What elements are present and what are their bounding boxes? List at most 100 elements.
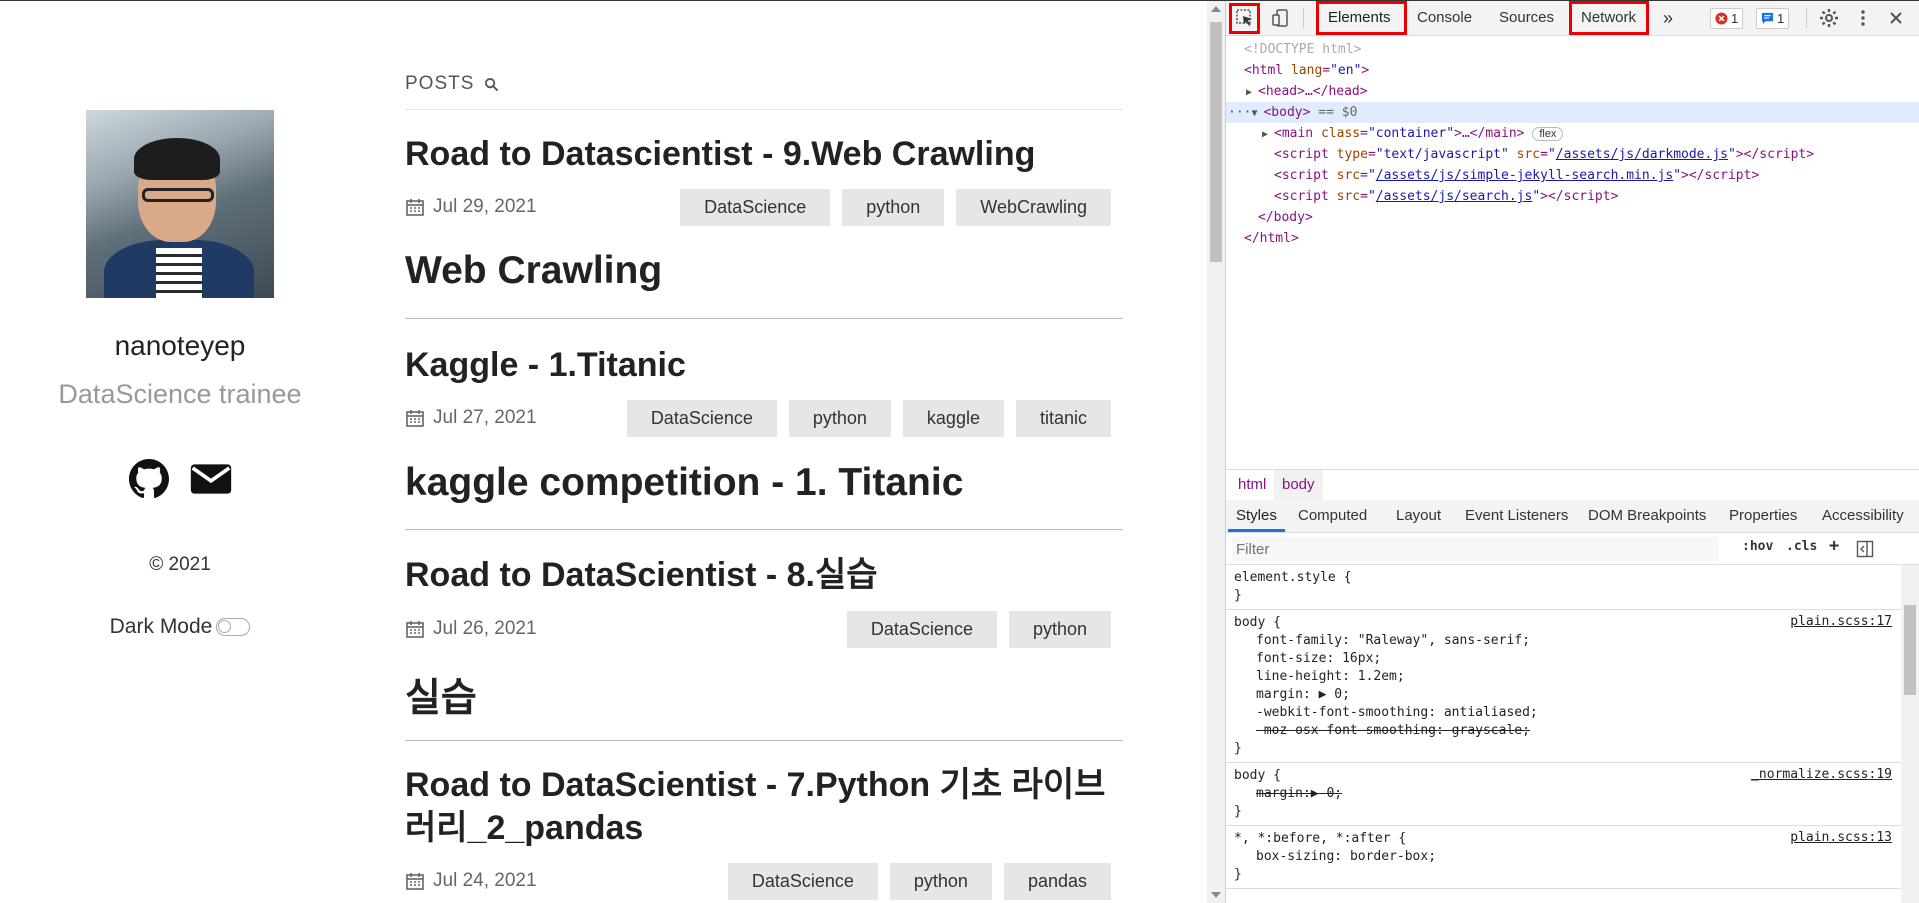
dom-doctype[interactable]: <!DOCTYPE html> <box>1226 39 1919 60</box>
post-subtitle: kaggle competition - 1. Titanic <box>405 461 964 504</box>
style-prop-overridden[interactable]: -moz-osx-font-smoothing: grayscale; <box>1234 722 1894 740</box>
calendar-icon <box>406 410 424 427</box>
page-scroll-thumb[interactable] <box>1210 22 1222 262</box>
highlight-box <box>1229 3 1260 34</box>
calendar-icon <box>406 873 424 890</box>
styles-filter-input[interactable] <box>1232 537 1718 561</box>
dom-html-close[interactable]: </html> <box>1226 228 1919 249</box>
style-prop[interactable]: margin: ▶ 0; <box>1234 686 1894 704</box>
rule-source-link[interactable]: plain.scss:13 <box>1790 830 1892 845</box>
highlight-box <box>1316 1 1407 35</box>
message-count: 1 <box>1777 11 1785 26</box>
kebab-menu-icon[interactable] <box>1853 8 1873 28</box>
breadcrumb-body[interactable]: body <box>1274 470 1323 500</box>
message-icon <box>1761 12 1774 25</box>
posts-header: POSTS <box>405 73 499 95</box>
dom-head[interactable]: ▶ <head>…</head> <box>1226 81 1919 102</box>
gear-icon[interactable] <box>1819 8 1839 28</box>
tag[interactable]: python <box>842 189 945 226</box>
tag[interactable]: WebCrawling <box>956 189 1111 226</box>
dark-mode-control: Dark Mode <box>0 615 360 639</box>
error-badge[interactable]: 1 <box>1710 8 1744 29</box>
tab-layout[interactable]: Layout <box>1396 500 1441 532</box>
error-count: 1 <box>1731 11 1739 26</box>
search-icon[interactable] <box>484 77 499 92</box>
tab-computed[interactable]: Computed <box>1298 500 1367 532</box>
computed-sidebar-toggle-icon[interactable] <box>1856 540 1874 558</box>
rule-close: } <box>1234 867 1242 882</box>
social-links <box>0 459 360 499</box>
dom-script-darkmode[interactable]: <script type="text/javascript" src="/ass… <box>1226 144 1919 165</box>
style-rule-universal[interactable]: *, *:before, *:after { plain.scss:13 box… <box>1226 826 1902 889</box>
dom-html-open[interactable]: <html lang="en"> <box>1226 60 1919 81</box>
tag[interactable]: python <box>788 400 891 437</box>
styles-scroll-thumb[interactable] <box>1904 605 1916 695</box>
hover-state-toggle[interactable]: :hov <box>1742 539 1773 554</box>
github-icon[interactable] <box>127 459 171 499</box>
tab-styles[interactable]: Styles <box>1228 500 1285 532</box>
dom-body-selected[interactable]: ···▼ <body> == $0 <box>1226 102 1919 123</box>
tab-event-listeners[interactable]: Event Listeners <box>1465 500 1568 532</box>
style-rule-body-plain[interactable]: body { plain.scss:17 font-family: "Ralew… <box>1226 610 1902 763</box>
tag[interactable]: kaggle <box>902 400 1004 437</box>
post-subtitle: 실습 <box>405 677 477 720</box>
breadcrumb-html[interactable]: html <box>1230 470 1274 500</box>
style-prop[interactable]: box-sizing: border-box; <box>1234 848 1894 866</box>
profile-role: DataScience trainee <box>58 379 302 409</box>
posts-label: POSTS <box>405 73 475 94</box>
post-title[interactable]: Road to Datascientist - 9.Web Crawling <box>405 133 1123 176</box>
more-tabs-button[interactable]: » <box>1663 1 1673 34</box>
new-rule-button[interactable]: + <box>1829 536 1839 556</box>
tag[interactable]: DataScience <box>680 189 831 226</box>
style-prop-overridden[interactable]: margin:▶ 0; <box>1234 785 1894 803</box>
tab-sources[interactable]: Sources <box>1499 1 1554 34</box>
message-badge[interactable]: 1 <box>1756 8 1790 29</box>
styles-scrollbar[interactable] <box>1901 565 1919 903</box>
rule-source-link[interactable]: _normalize.scss:19 <box>1751 767 1892 782</box>
post-date: Jul 26, 2021 <box>405 618 537 640</box>
tab-properties[interactable]: Properties <box>1729 500 1797 532</box>
dom-script-search-lib[interactable]: <script src="/assets/js/simple-jekyll-se… <box>1226 165 1919 186</box>
flex-badge[interactable]: flex <box>1532 127 1564 141</box>
divider <box>405 318 1123 319</box>
devtools-panel: Elements Console Sources Network » 1 1 <… <box>1225 1 1919 903</box>
email-icon[interactable] <box>189 459 233 499</box>
calendar-icon <box>406 621 424 638</box>
styles-subtabs: Styles Computed Layout Event Listeners D… <box>1226 500 1919 533</box>
style-rule-body-normalize[interactable]: body { _normalize.scss:19 margin:▶ 0; } <box>1226 763 1902 826</box>
rule-source-link[interactable]: plain.scss:17 <box>1790 614 1892 629</box>
tag[interactable]: python <box>1008 611 1111 648</box>
style-rule-element[interactable]: element.style { } <box>1226 565 1902 610</box>
post-title[interactable]: Road to DataScientist - 8.실습 <box>405 554 1123 597</box>
style-prop[interactable]: font-size: 16px; <box>1234 650 1894 668</box>
tag[interactable]: DataScience <box>727 863 878 900</box>
device-toggle-icon[interactable] <box>1271 8 1291 28</box>
tag[interactable]: titanic <box>1015 400 1111 437</box>
style-prop[interactable]: font-family: "Raleway", sans-serif; <box>1234 632 1894 650</box>
close-icon[interactable] <box>1886 8 1906 28</box>
tab-console[interactable]: Console <box>1417 1 1472 34</box>
page-scrollbar[interactable] <box>1207 1 1225 903</box>
styles-pane: element.style { } body { plain.scss:17 f… <box>1226 565 1902 903</box>
post-title[interactable]: Road to DataScientist - 7.Python 기초 라이브러… <box>405 764 1123 850</box>
divider <box>405 740 1123 741</box>
post-date-text: Jul 29, 2021 <box>433 196 537 217</box>
post-meta: Jul 24, 2021 DataScience python pandas <box>405 863 1123 901</box>
post-title[interactable]: Kaggle - 1.Titanic <box>405 344 1123 387</box>
post-tags: DataScience python pandas <box>727 863 1111 900</box>
devtools-tabbar: Elements Console Sources Network » 1 1 <box>1226 1 1919 36</box>
post-meta: Jul 29, 2021 DataScience python WebCrawl… <box>405 189 1123 227</box>
tab-dom-breakpoints[interactable]: DOM Breakpoints <box>1588 500 1706 532</box>
class-toggle[interactable]: .cls <box>1786 539 1817 554</box>
style-prop[interactable]: line-height: 1.2em; <box>1234 668 1894 686</box>
tag[interactable]: DataScience <box>626 400 777 437</box>
tag[interactable]: pandas <box>1003 863 1111 900</box>
dom-main[interactable]: ▶ <main class="container">…</main> flex <box>1226 123 1919 144</box>
dark-mode-toggle[interactable] <box>216 618 251 636</box>
style-prop[interactable]: -webkit-font-smoothing: antialiased; <box>1234 704 1894 722</box>
tag[interactable]: python <box>889 863 992 900</box>
tag[interactable]: DataScience <box>846 611 997 648</box>
dom-script-search[interactable]: <script src="/assets/js/search.js"></scr… <box>1226 186 1919 207</box>
dom-body-close[interactable]: </body> <box>1226 207 1919 228</box>
tab-accessibility[interactable]: Accessibility <box>1822 500 1904 532</box>
